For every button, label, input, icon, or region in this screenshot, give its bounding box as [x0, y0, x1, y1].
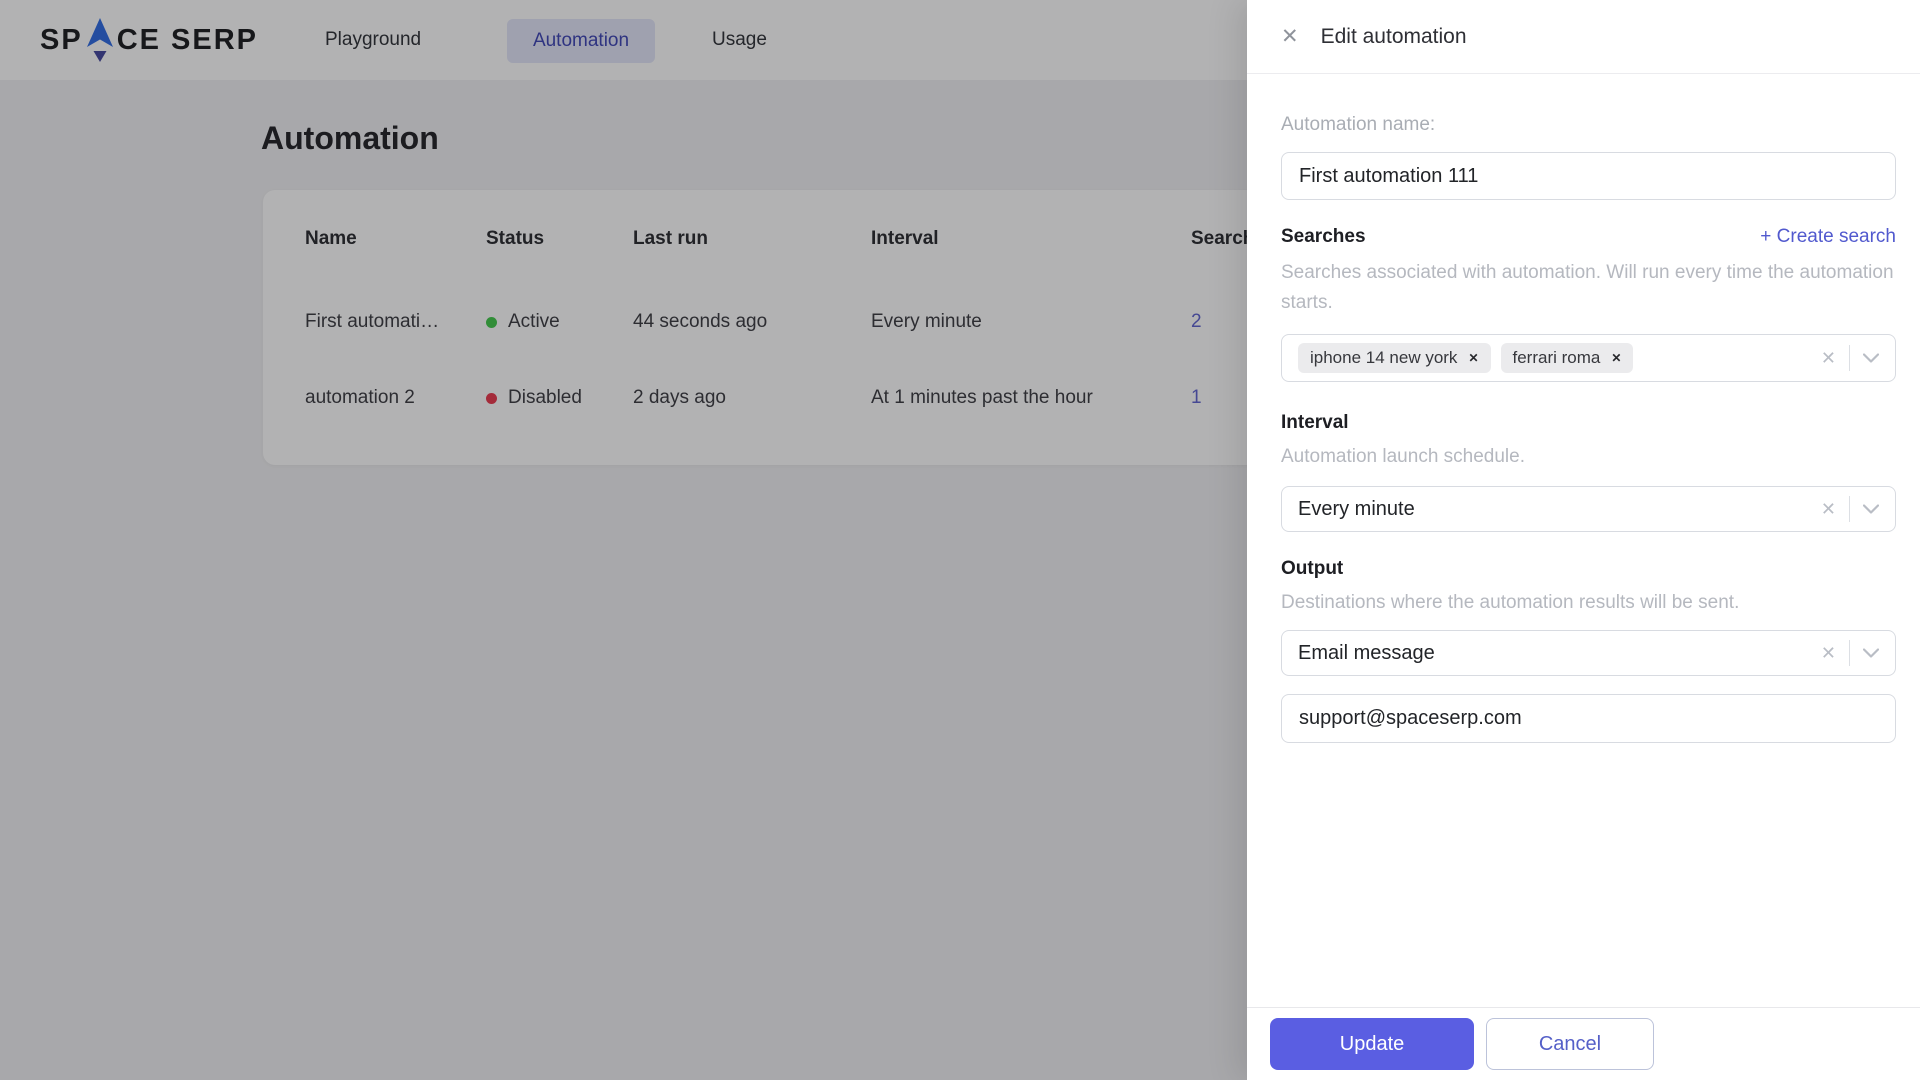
interval-header-row: Interval	[1281, 412, 1896, 434]
chevron-down-icon[interactable]	[1863, 648, 1879, 658]
interval-helper-text: Automation launch schedule.	[1281, 446, 1525, 467]
output-label: Output	[1281, 558, 1344, 579]
searches-header-row: Searches + Create search	[1281, 226, 1896, 248]
clear-icon[interactable]: ✕	[1821, 349, 1836, 367]
close-icon[interactable]: ✕	[1281, 26, 1299, 47]
interval-select-value: Every minute	[1298, 497, 1415, 520]
select-controls: ✕	[1821, 640, 1879, 666]
panel-footer: Update Cancel	[1247, 1007, 1920, 1080]
chevron-down-icon[interactable]	[1863, 504, 1879, 514]
cancel-button[interactable]: Cancel	[1486, 1018, 1654, 1070]
searches-label: Searches	[1281, 226, 1366, 247]
create-search-link[interactable]: + Create search	[1760, 226, 1896, 248]
search-tag-label: iphone 14 new york	[1310, 348, 1458, 367]
update-button[interactable]: Update	[1270, 1018, 1474, 1070]
select-divider	[1849, 640, 1850, 666]
output-header-row: Output	[1281, 558, 1896, 580]
select-controls: ✕	[1821, 345, 1879, 371]
remove-tag-icon[interactable]: ✕	[1468, 352, 1478, 364]
select-divider	[1849, 496, 1850, 522]
app: SP CE SERP Playground Automation Usage A…	[0, 0, 1920, 1080]
interval-select[interactable]: Every minute ✕	[1281, 486, 1896, 532]
output-helper-text: Destinations where the automation result…	[1281, 592, 1740, 613]
search-tag: iphone 14 new york ✕	[1298, 343, 1491, 373]
remove-tag-icon[interactable]: ✕	[1611, 352, 1621, 364]
interval-label: Interval	[1281, 412, 1349, 433]
automation-name-input[interactable]	[1281, 152, 1896, 200]
select-divider	[1849, 345, 1850, 371]
select-controls: ✕	[1821, 496, 1879, 522]
searches-multiselect[interactable]: iphone 14 new york ✕ ferrari roma ✕ ✕	[1281, 334, 1896, 382]
output-email-input[interactable]	[1281, 694, 1896, 743]
panel-body: Automation name: Searches + Create searc…	[1247, 114, 1920, 743]
clear-icon[interactable]: ✕	[1821, 644, 1836, 662]
chevron-down-icon[interactable]	[1863, 353, 1879, 363]
output-select[interactable]: Email message ✕	[1281, 630, 1896, 676]
output-select-value: Email message	[1298, 641, 1435, 664]
searches-helper-text: Searches associated with automation. Wil…	[1281, 262, 1894, 313]
panel-header: ✕ Edit automation	[1247, 0, 1920, 74]
search-tag-label: ferrari roma	[1512, 348, 1601, 367]
selected-search-tags: iphone 14 new york ✕ ferrari roma ✕	[1298, 343, 1634, 373]
clear-icon[interactable]: ✕	[1821, 500, 1836, 518]
search-tag: ferrari roma ✕	[1500, 343, 1634, 373]
panel-title: Edit automation	[1320, 24, 1467, 48]
edit-automation-panel: ✕ Edit automation Automation name: Searc…	[1247, 0, 1920, 1080]
automation-name-label: Automation name:	[1281, 114, 1436, 135]
